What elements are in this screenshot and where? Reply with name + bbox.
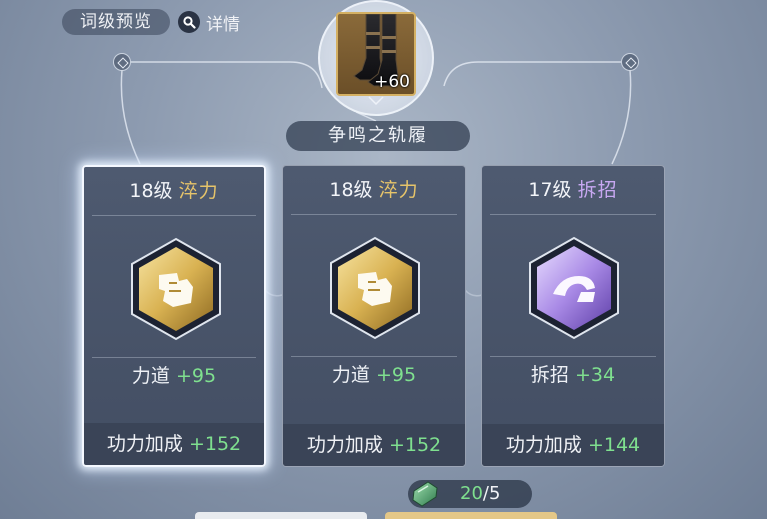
card-stat: 拆招 +34 <box>482 358 664 392</box>
divider <box>291 356 457 357</box>
card-header: 17级 拆招 <box>482 166 664 214</box>
stat-name: 力道 <box>131 365 170 387</box>
affix-card-2[interactable]: 18级 淬力 力道 +95 功力加成 +152 <box>282 165 466 467</box>
divider <box>490 356 656 357</box>
bonus-value: +152 <box>188 433 242 455</box>
item-level: +60 <box>374 72 410 92</box>
cost-need: /5 <box>482 483 501 504</box>
card-level: 17级 <box>528 179 572 201</box>
left-connector-node <box>113 53 131 71</box>
stat-value: +34 <box>574 364 616 386</box>
card-bonus: 功力加成 +152 <box>283 424 465 466</box>
affix-card-1[interactable]: 18级 淬力 力道 +95 功力加成 +152 <box>82 165 266 467</box>
divider <box>92 357 256 358</box>
bonus-value: +144 <box>587 434 641 456</box>
bottom-button-right[interactable] <box>385 512 557 519</box>
cost-count: 20/5 <box>460 480 500 508</box>
affix-card-3[interactable]: 17级 拆招 拆招 +34 功力加成 +144 <box>481 165 665 467</box>
bonus-value: +152 <box>388 434 442 456</box>
card-tag: 拆招 <box>577 179 618 201</box>
right-connector-node <box>621 53 639 71</box>
card-header: 18级 淬力 <box>84 167 264 215</box>
card-tag: 淬力 <box>378 179 419 201</box>
card-header: 18级 淬力 <box>283 166 465 214</box>
card-tag: 淬力 <box>178 180 219 202</box>
item-name: 争鸣之轨履 <box>286 121 470 151</box>
bonus-name: 功力加成 <box>106 433 183 455</box>
bonus-name: 功力加成 <box>505 434 582 456</box>
item-slot[interactable]: +60 <box>336 12 416 96</box>
pointer-arrow-icon <box>368 96 384 106</box>
divider <box>291 214 457 215</box>
divider <box>490 214 656 215</box>
card-stat: 力道 +95 <box>84 359 264 393</box>
bonus-name: 功力加成 <box>306 434 383 456</box>
stat-name: 力道 <box>331 364 370 386</box>
card-bonus: 功力加成 +152 <box>84 423 264 465</box>
purple-arm-icon <box>529 236 619 340</box>
gold-fist-icon <box>330 236 420 340</box>
stat-value: +95 <box>175 365 217 387</box>
bottom-button-left[interactable] <box>195 512 367 519</box>
card-level: 18级 <box>329 179 373 201</box>
stat-name: 拆招 <box>530 364 569 386</box>
card-level: 18级 <box>129 180 173 202</box>
card-stat: 力道 +95 <box>283 358 465 392</box>
card-bonus: 功力加成 +144 <box>482 424 664 466</box>
stat-value: +95 <box>375 364 417 386</box>
cost-have: 20 <box>460 483 483 504</box>
divider <box>92 215 256 216</box>
material-cost: 20/5 <box>408 480 532 508</box>
jade-stone-icon <box>412 481 438 507</box>
gold-fist-icon <box>131 237 221 341</box>
